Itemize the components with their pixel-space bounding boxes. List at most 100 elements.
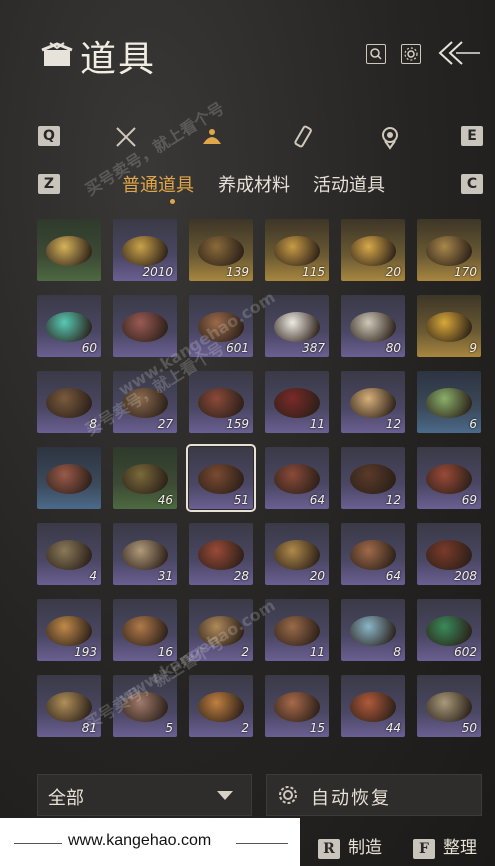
item-count: 20 <box>309 569 325 583</box>
item-count: 6 <box>469 417 477 431</box>
craft-label: 制造 <box>348 838 382 858</box>
back-arrow-icon[interactable] <box>436 38 480 68</box>
sort-key: F <box>413 838 435 859</box>
inventory-slot[interactable]: 31 <box>113 523 177 585</box>
inventory-slot[interactable]: 44 <box>341 675 405 737</box>
inventory-slot[interactable]: 20 <box>265 523 329 585</box>
item-icon <box>122 464 168 495</box>
item-icon <box>350 616 396 647</box>
item-icon <box>46 236 92 267</box>
inventory-slot[interactable]: 46 <box>113 447 177 509</box>
item-icon <box>198 464 244 495</box>
item-count: 46 <box>157 493 173 507</box>
item-count: 193 <box>74 645 97 659</box>
item-icon <box>426 312 472 343</box>
inventory-slot[interactable]: 208 <box>417 523 481 585</box>
tab-label: 养成材料 <box>218 175 290 196</box>
item-count: 2010 <box>142 265 173 279</box>
inventory-slot[interactable]: 11 <box>265 371 329 433</box>
active-tab-indicator <box>170 199 175 204</box>
tab-label: 普通道具 <box>122 175 194 196</box>
item-count: 15 <box>309 721 325 735</box>
inventory-slot[interactable]: 80 <box>341 295 405 357</box>
inventory-slot[interactable]: 6 <box>417 371 481 433</box>
prev-category-key[interactable]: Q <box>38 126 60 146</box>
inventory-slot[interactable]: 115 <box>265 219 329 281</box>
item-count: 28 <box>233 569 249 583</box>
item-count: 50 <box>461 721 477 735</box>
inventory-slot[interactable]: 8 <box>341 599 405 661</box>
inventory-slot[interactable]: 16 <box>113 599 177 661</box>
item-count: 80 <box>385 341 401 355</box>
item-count: 208 <box>454 569 477 583</box>
craft-action[interactable]: R 制造 <box>318 833 382 859</box>
prev-tab-key[interactable]: Z <box>38 174 60 194</box>
settings-button[interactable] <box>401 44 421 64</box>
item-count: 11 <box>309 417 325 431</box>
filter-label: 全部 <box>48 788 84 809</box>
item-icon <box>46 616 92 647</box>
tab-training-materials[interactable]: 养成材料 <box>218 171 290 197</box>
inventory-slot[interactable]: 170 <box>417 219 481 281</box>
inventory-slot[interactable] <box>37 219 101 281</box>
inventory-slot[interactable]: 139 <box>189 219 253 281</box>
item-icon <box>198 388 244 419</box>
inventory-slot[interactable]: 15 <box>265 675 329 737</box>
inventory-slot[interactable]: 2010 <box>113 219 177 281</box>
inventory-slot[interactable]: 159 <box>189 371 253 433</box>
inventory-slot[interactable]: 602 <box>417 599 481 661</box>
item-icon <box>122 236 168 267</box>
item-count: 115 <box>302 265 325 279</box>
tab-label: 活动道具 <box>313 175 385 196</box>
inventory-slot[interactable]: 51 <box>186 444 256 512</box>
inventory-slot[interactable]: 64 <box>341 523 405 585</box>
inventory-slot[interactable]: 9 <box>417 295 481 357</box>
medal-icon[interactable] <box>377 124 403 150</box>
item-icon <box>274 616 320 647</box>
auto-restore-button[interactable]: 自动恢复 <box>266 774 482 816</box>
inventory-slot[interactable]: 60 <box>37 295 101 357</box>
watermark-footer: www.kangehao.com <box>0 818 300 866</box>
search-button[interactable] <box>366 44 386 64</box>
sort-action[interactable]: F 整理 <box>413 833 477 859</box>
page-title: 道具 <box>80 39 157 80</box>
chevron-down-icon <box>217 791 233 800</box>
item-icon <box>122 540 168 571</box>
item-count: 5 <box>165 721 173 735</box>
inventory-slot[interactable]: 20 <box>341 219 405 281</box>
item-count: 51 <box>233 493 249 507</box>
footer-url: www.kangehao.com <box>68 832 212 849</box>
craft-key: R <box>318 838 340 859</box>
inventory-slot[interactable]: 2 <box>189 675 253 737</box>
next-tab-key[interactable]: C <box>461 174 483 194</box>
inventory-slot[interactable]: 50 <box>417 675 481 737</box>
scroll-brush-icon[interactable] <box>291 124 317 150</box>
item-count: 64 <box>309 493 325 507</box>
item-count: 12 <box>385 417 401 431</box>
inventory-slot[interactable] <box>37 447 101 509</box>
item-count: 4 <box>89 569 97 583</box>
inventory-slot[interactable]: 64 <box>265 447 329 509</box>
inventory-slot[interactable]: 4 <box>37 523 101 585</box>
item-icon <box>426 616 472 647</box>
inventory-slot[interactable]: 12 <box>341 447 405 509</box>
next-category-key[interactable]: E <box>461 126 483 146</box>
item-icon <box>426 464 472 495</box>
inventory-slot[interactable]: 28 <box>189 523 253 585</box>
tab-event-items[interactable]: 活动道具 <box>313 171 385 197</box>
item-icon <box>426 692 472 723</box>
inventory-slot[interactable]: 69 <box>417 447 481 509</box>
auto-restore-label: 自动恢复 <box>311 788 391 809</box>
divider <box>14 843 62 844</box>
inventory-slot[interactable] <box>113 295 177 357</box>
filter-dropdown[interactable]: 全部 <box>37 774 252 816</box>
item-icon <box>426 236 472 267</box>
item-icon <box>350 312 396 343</box>
item-count: 12 <box>385 493 401 507</box>
divider <box>236 843 288 844</box>
inventory-slot[interactable]: 193 <box>37 599 101 661</box>
item-icon <box>426 540 472 571</box>
inventory-slot[interactable]: 12 <box>341 371 405 433</box>
sort-label: 整理 <box>443 838 477 858</box>
item-icon <box>274 388 320 419</box>
